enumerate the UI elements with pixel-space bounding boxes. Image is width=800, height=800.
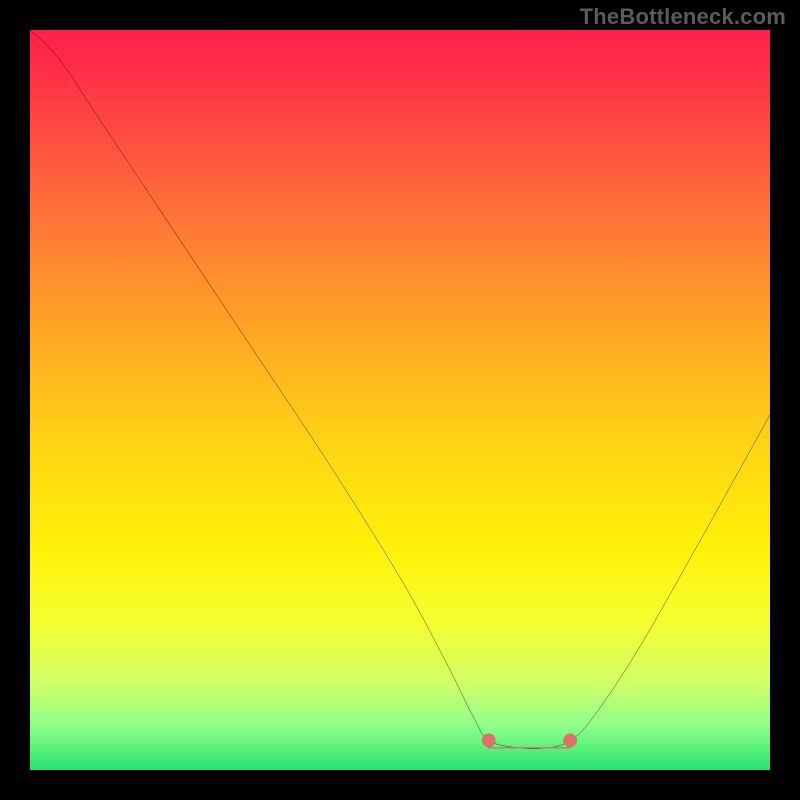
bottleneck-curve-svg (30, 30, 770, 770)
plot-area (30, 30, 770, 770)
bottleneck-curve-path (30, 30, 770, 749)
trough-marker-left (482, 734, 495, 747)
chart-frame: TheBottleneck.com (0, 0, 800, 800)
trough-marker-right (564, 734, 577, 747)
watermark-text: TheBottleneck.com (580, 4, 786, 30)
